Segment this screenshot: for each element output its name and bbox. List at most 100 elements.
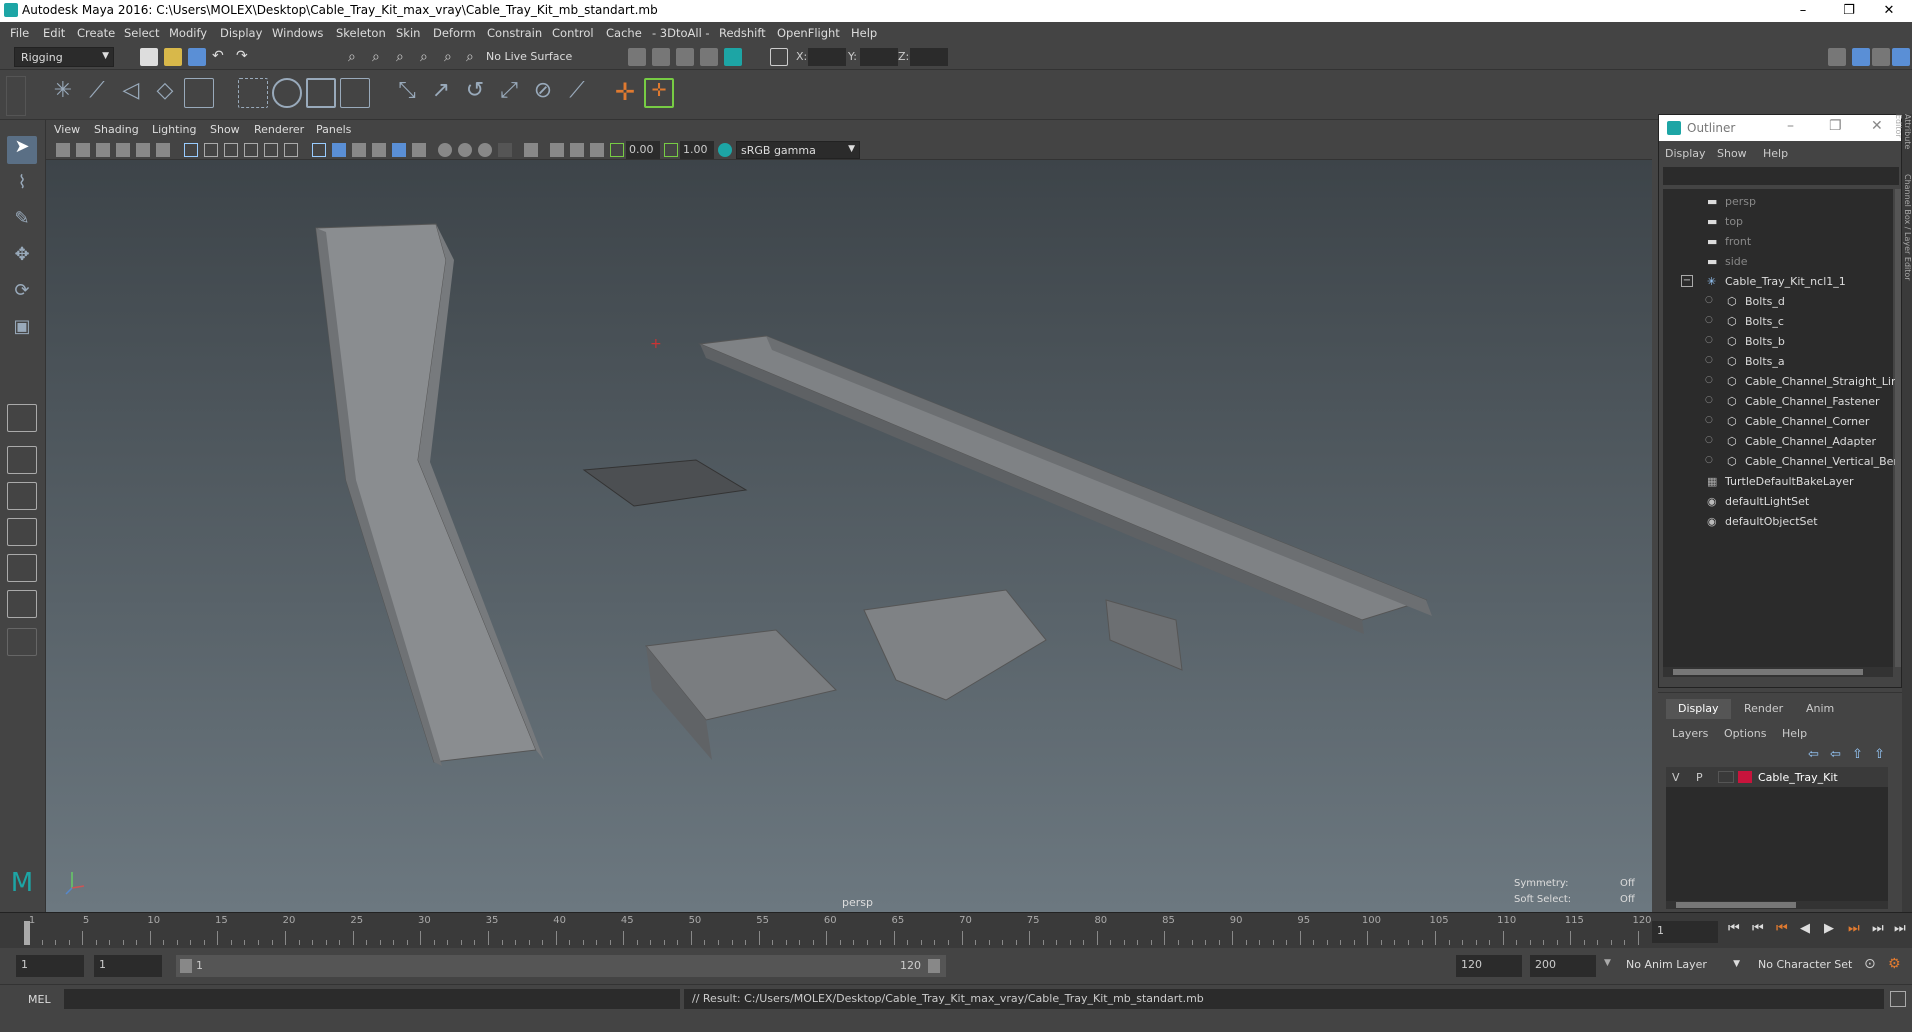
menu-display[interactable]: Display: [220, 26, 262, 40]
ik-spline-icon[interactable]: ◁: [116, 78, 146, 108]
preferences-icon[interactable]: ⚙: [1888, 956, 1901, 972]
transform-mode-icon[interactable]: [770, 48, 788, 66]
attribute-editor-icon[interactable]: [1852, 48, 1870, 66]
outliner-item[interactable]: ○ ⬡ Cable_Channel_Fastener: [1663, 393, 1893, 413]
parent-constraint-icon[interactable]: ⊘: [528, 78, 558, 108]
layer-visibility-toggle[interactable]: V: [1672, 771, 1680, 784]
menu-skin[interactable]: Skin: [396, 26, 420, 40]
outliner-item[interactable]: ▦ TurtleDefaultBakeLayer: [1663, 473, 1893, 493]
layout-icon[interactable]: [7, 590, 37, 618]
collapse-icon[interactable]: −: [1681, 275, 1693, 287]
isolate-select-icon[interactable]: [438, 143, 452, 157]
menu-control[interactable]: Control: [552, 26, 594, 40]
exposure-icon[interactable]: [610, 143, 624, 157]
ik-handle-icon[interactable]: ⟋: [82, 78, 112, 108]
snap-curve-icon[interactable]: ⌕: [444, 49, 452, 65]
joint-tool-icon[interactable]: ✳: [48, 78, 78, 108]
layer-tab-anim[interactable]: Anim: [1794, 699, 1846, 719]
outliner-close-button[interactable]: ✕: [1871, 118, 1883, 134]
range-end-handle[interactable]: [928, 959, 940, 973]
aim-constraint-icon[interactable]: ↗: [426, 78, 456, 108]
modeling-toolkit-icon[interactable]: [1828, 48, 1846, 66]
persp-outliner-icon[interactable]: [7, 482, 37, 510]
layer-hscrollbar[interactable]: [1666, 901, 1888, 909]
menu-windows[interactable]: Windows: [272, 26, 323, 40]
end-frame-field[interactable]: 200: [1530, 955, 1596, 977]
outliner-search-field[interactable]: [1663, 167, 1899, 185]
single-perspective-view-icon[interactable]: [7, 404, 37, 432]
outliner-item[interactable]: ▬ persp: [1663, 193, 1893, 213]
shadows-icon[interactable]: [412, 143, 426, 157]
vp-menu-renderer[interactable]: Renderer: [254, 123, 304, 136]
layer-tab-display[interactable]: Display: [1666, 699, 1731, 719]
step-back-frame-icon[interactable]: ⏮: [1776, 921, 1788, 936]
x-field[interactable]: [808, 48, 846, 66]
safe-action-icon[interactable]: [284, 143, 298, 157]
select-hierarchy-icon[interactable]: ⌕: [348, 49, 356, 65]
custom-layout-icon[interactable]: [7, 628, 37, 656]
layer-menu-options[interactable]: Options: [1724, 727, 1766, 740]
outliner-scrollbar[interactable]: [1895, 189, 1901, 667]
resolution-gate-icon[interactable]: [224, 143, 238, 157]
paint-select-icon[interactable]: ✎: [7, 208, 37, 236]
new-layer-selected-icon[interactable]: ⇧: [1874, 747, 1885, 762]
vp-menu-shading[interactable]: Shading: [94, 123, 139, 136]
menu-skeleton[interactable]: Skeleton: [336, 26, 386, 40]
ipr-render-icon[interactable]: [676, 48, 694, 66]
open-scene-icon[interactable]: [164, 48, 182, 66]
layer-hscroll-thumb[interactable]: [1676, 902, 1796, 908]
lasso-tool-icon[interactable]: ⌇: [7, 172, 37, 200]
pole-vector-icon[interactable]: ⟋: [562, 78, 592, 108]
new-scene-icon[interactable]: [140, 48, 158, 66]
command-input[interactable]: [64, 989, 680, 1009]
go-to-end-icon[interactable]: ⏭: [1894, 921, 1906, 936]
z-field[interactable]: [910, 48, 948, 66]
outliner-item[interactable]: ◉ defaultLightSet: [1663, 493, 1893, 513]
redo-icon[interactable]: ↷: [236, 48, 248, 64]
step-back-key-icon[interactable]: ⏮: [1752, 921, 1764, 936]
time-ruler[interactable]: 1 5 10 15 20 25 30 35 40 45 50 55 60 65 70 75 80 85 90 95 10…: [28, 913, 1652, 949]
wireframe-on-shaded-icon[interactable]: [352, 143, 366, 157]
move-tool-icon[interactable]: ✥: [7, 244, 37, 272]
render-frame-icon[interactable]: [652, 48, 670, 66]
mode-dropdown[interactable]: Rigging ▼: [14, 47, 114, 67]
select-tool-icon[interactable]: ➤: [7, 136, 37, 164]
field-chart-icon[interactable]: [264, 143, 278, 157]
render-view-icon[interactable]: [628, 48, 646, 66]
persp-hypergraph-icon[interactable]: [7, 554, 37, 582]
orient-constraint-icon[interactable]: ↺: [460, 78, 490, 108]
outliner-restore-button[interactable]: ❐: [1829, 118, 1842, 134]
motion-blur-icon[interactable]: [550, 143, 564, 157]
render-settings-icon[interactable]: [700, 48, 718, 66]
current-frame-field[interactable]: 1: [1652, 921, 1718, 943]
vp-menu-view[interactable]: View: [54, 123, 80, 136]
attribute-editor-tab[interactable]: Attribute Editor: [1894, 114, 1912, 174]
outliner-item[interactable]: ○ ⬡ Bolts_a: [1663, 353, 1893, 373]
step-forward-frame-icon[interactable]: ⏭: [1848, 921, 1860, 936]
outliner-hscroll-thumb[interactable]: [1673, 669, 1863, 675]
menu-cache[interactable]: Cache: [606, 26, 642, 40]
go-to-start-icon[interactable]: ⏮: [1728, 921, 1740, 936]
outliner-item[interactable]: ○ ⬡ Bolts_d: [1663, 293, 1893, 313]
undo-icon[interactable]: ↶: [212, 48, 224, 64]
start-frame-field[interactable]: 1: [16, 955, 84, 977]
step-forward-key-icon[interactable]: ⏭: [1872, 921, 1884, 936]
menu-file[interactable]: File: [10, 26, 29, 40]
outliner-menu-help[interactable]: Help: [1763, 147, 1788, 160]
tool-settings-icon[interactable]: [1872, 48, 1890, 66]
use-all-lights-icon[interactable]: [392, 143, 406, 157]
perspective-viewport[interactable]: + persp Symmetry: Off Soft Select: Off: [46, 160, 1652, 912]
auto-key-icon[interactable]: ⊙: [1864, 956, 1876, 972]
range-bar[interactable]: 1 120: [176, 955, 946, 977]
outliner-item[interactable]: ○ ⬡ Bolts_c: [1663, 313, 1893, 333]
menu-deform[interactable]: Deform: [433, 26, 476, 40]
menu-redshift[interactable]: Redshift: [719, 26, 766, 40]
scale-constraint-icon[interactable]: ⤢: [494, 78, 524, 108]
layer-color-swatch[interactable]: [1738, 771, 1752, 783]
exposure-field[interactable]: 0.00: [626, 141, 660, 159]
menu-edit[interactable]: Edit: [43, 26, 65, 40]
menu-constrain[interactable]: Constrain: [487, 26, 542, 40]
select-object-icon[interactable]: ⌕: [372, 49, 380, 65]
outliner-item[interactable]: ▬ top: [1663, 213, 1893, 233]
outliner-item[interactable]: ○ ⬡ Cable_Channel_Straight_Lin: [1663, 373, 1898, 393]
